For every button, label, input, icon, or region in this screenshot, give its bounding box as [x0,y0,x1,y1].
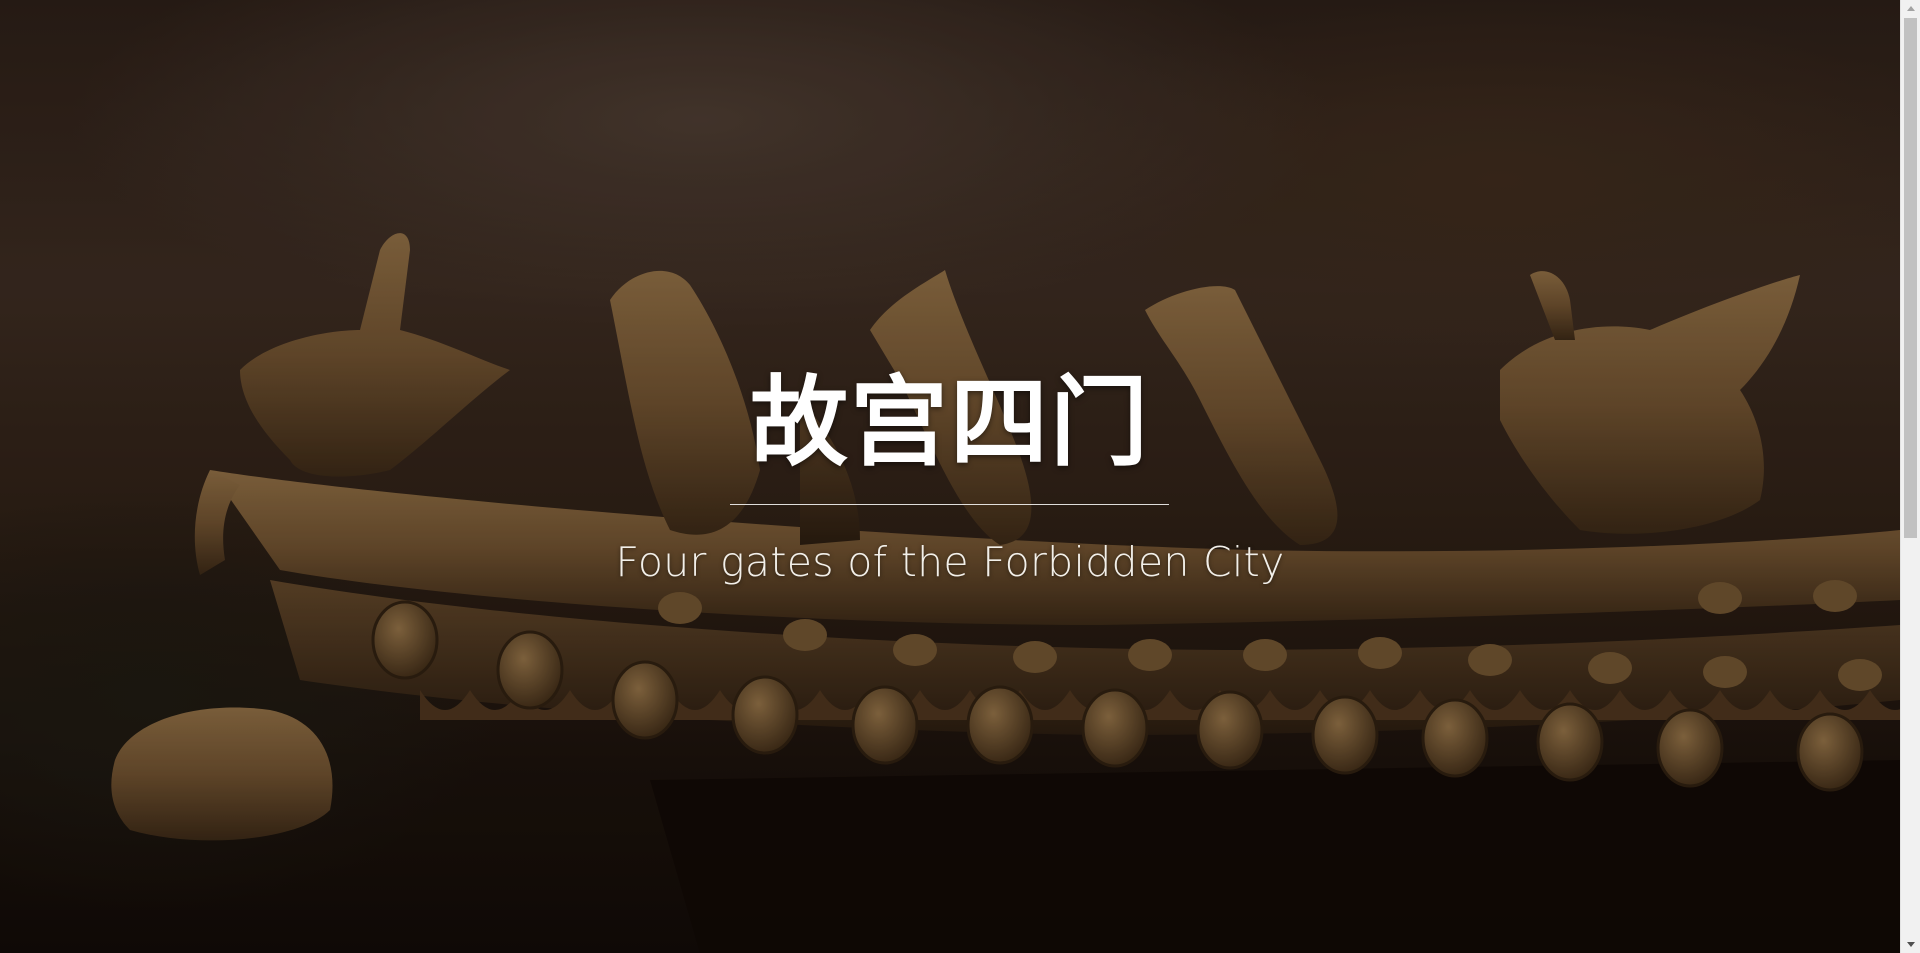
title-divider [730,504,1169,505]
scroll-up-arrow-icon[interactable] [1901,0,1920,17]
vertical-scrollbar[interactable] [1900,0,1920,953]
scrollbar-thumb[interactable] [1904,18,1917,538]
page-subtitle: Four gates of the Forbidden City [615,538,1285,586]
hero-content: 故宫四门 Four gates of the Forbidden City [0,0,1900,953]
hero-section: 故宫四门 Four gates of the Forbidden City [0,0,1900,953]
scroll-down-arrow-icon[interactable] [1901,936,1920,953]
page-title: 故宫四门 [749,366,1150,480]
